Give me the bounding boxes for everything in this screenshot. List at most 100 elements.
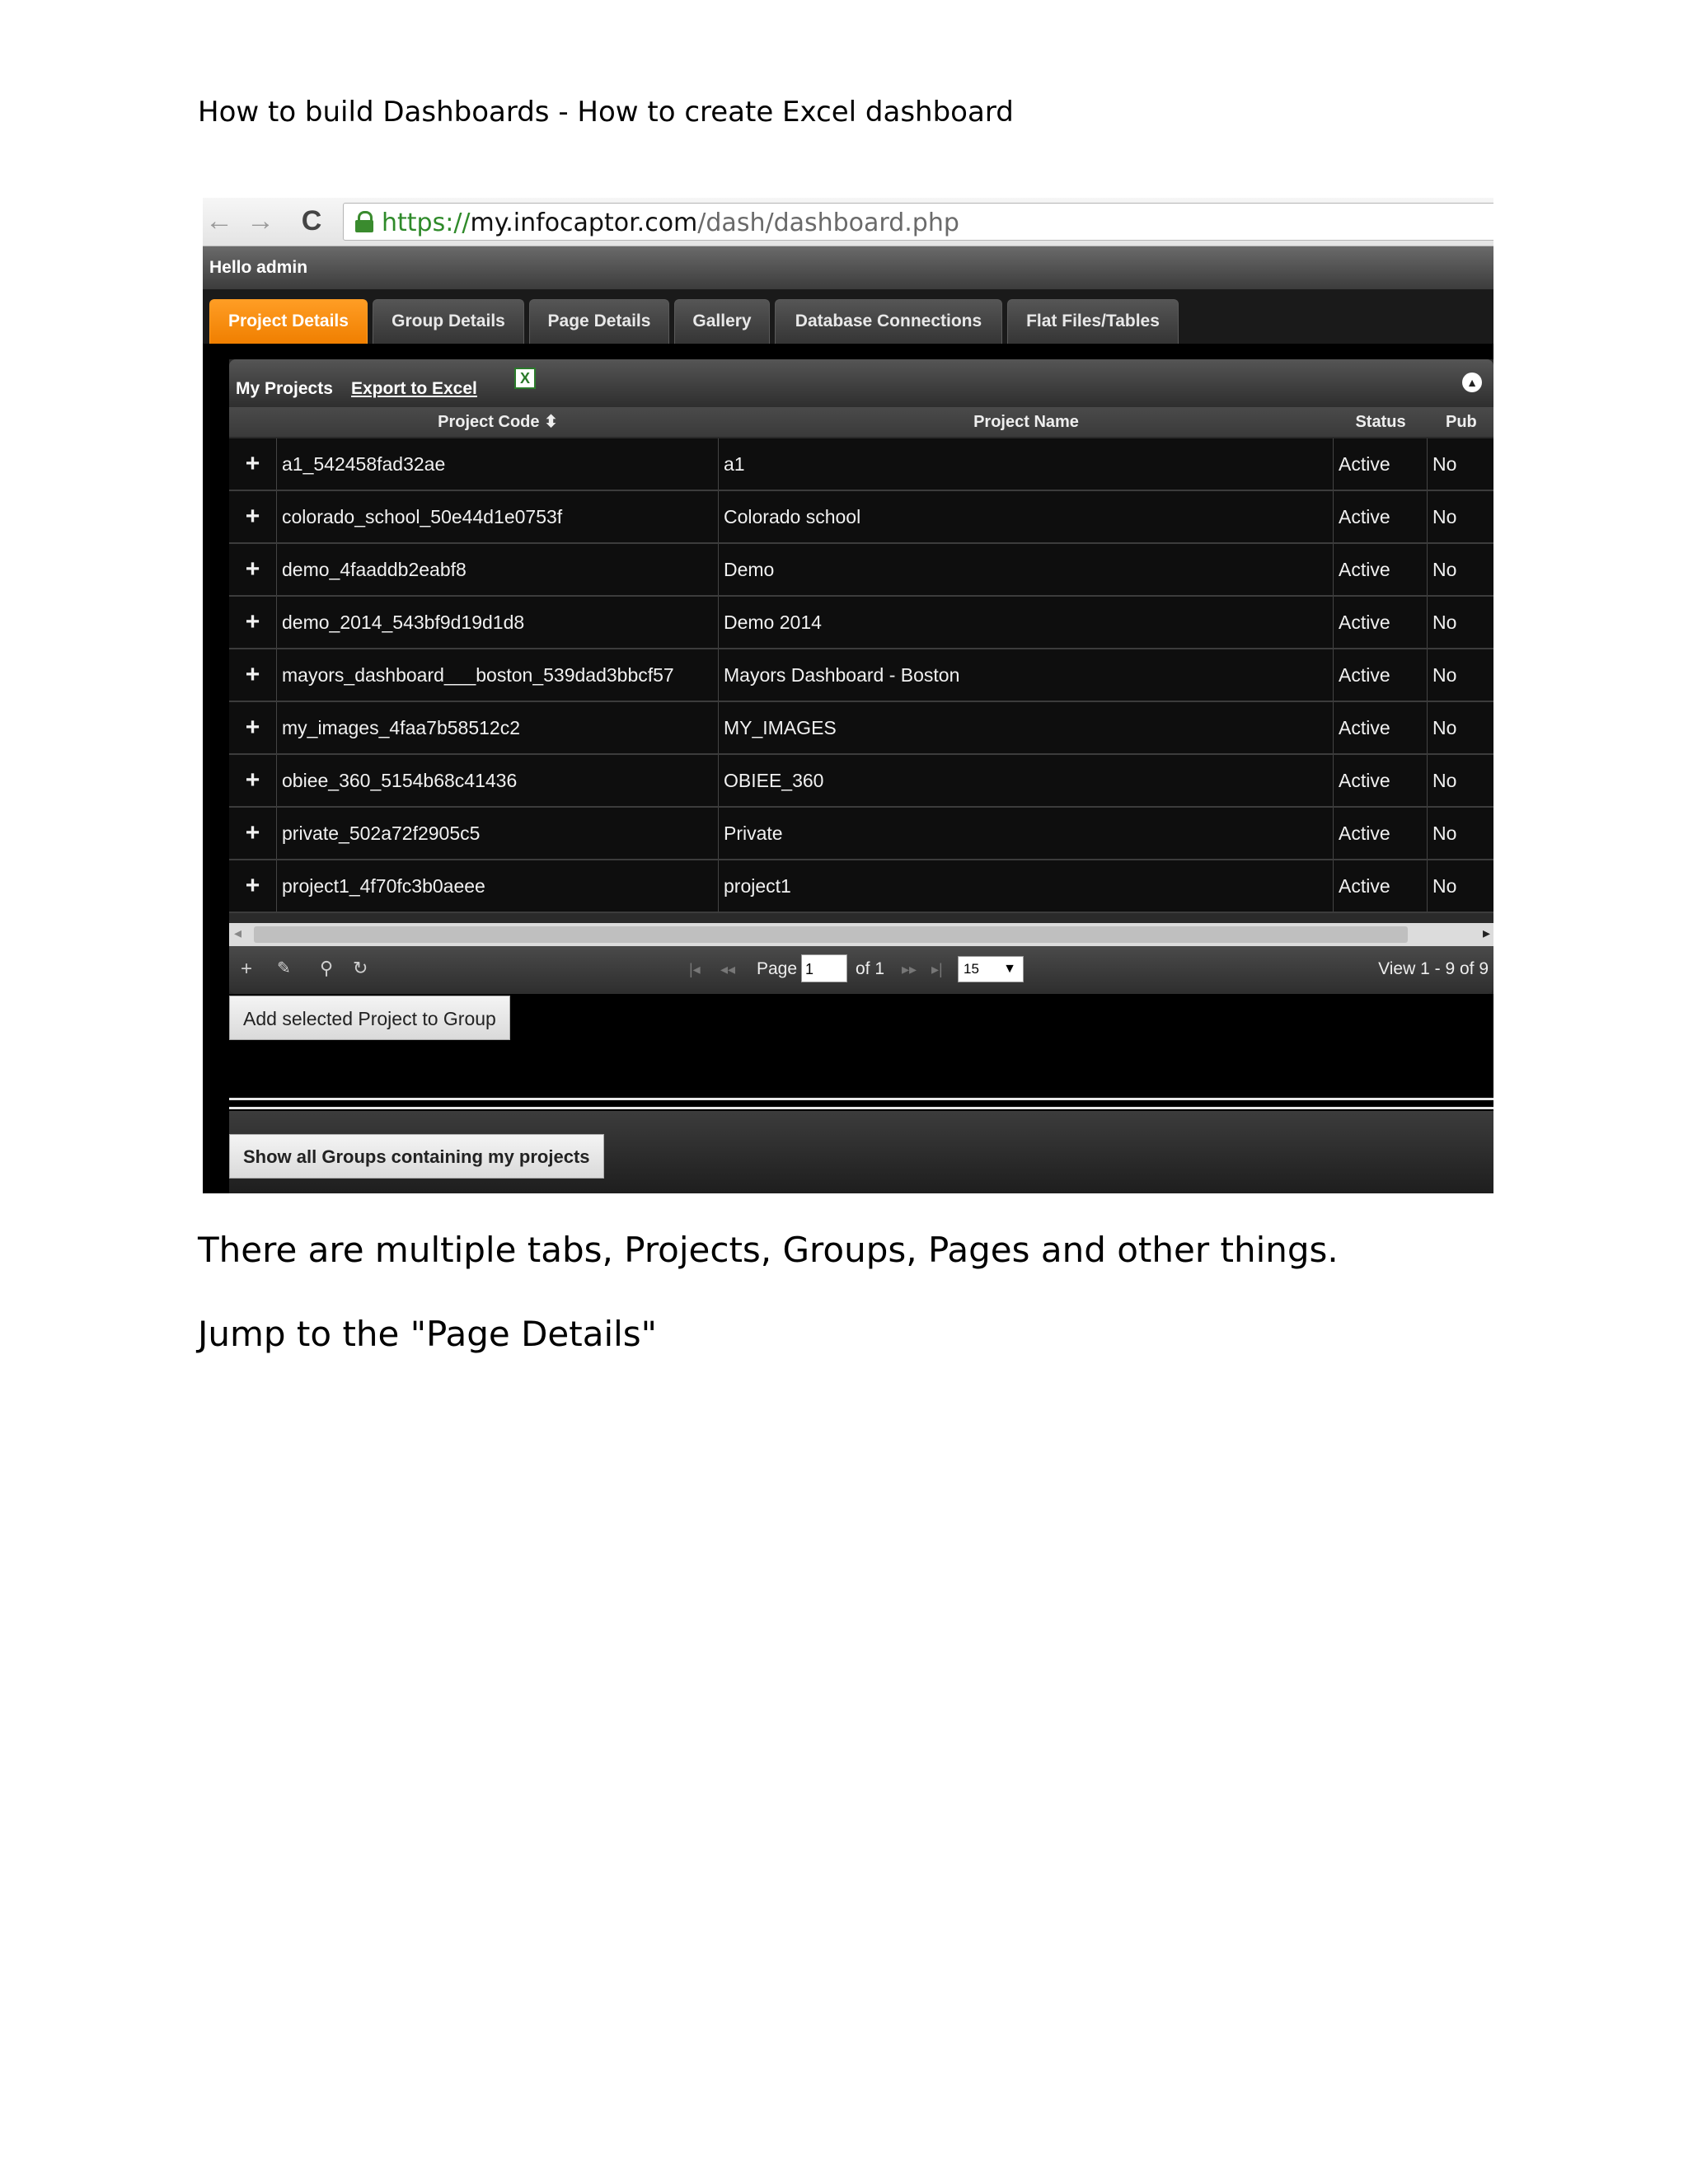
expand-icon[interactable]: + [229, 649, 277, 701]
projects-grid: My Projects Export to Excel X ▲ Project … [229, 359, 1493, 994]
divider [229, 1098, 1493, 1109]
grid-caption: My Projects Export to Excel X ▲ [229, 359, 1493, 407]
scrollbar-thumb[interactable] [254, 926, 1408, 943]
cell-project-code: private_502a72f2905c5 [277, 808, 719, 859]
cell-pub: No [1432, 664, 1457, 686]
scroll-left-icon[interactable]: ◂ [234, 925, 241, 942]
paragraph: Jump to the "Page Details" [198, 1314, 657, 1354]
expand-icon[interactable]: + [229, 438, 277, 490]
expand-icon[interactable]: + [229, 544, 277, 595]
url-text: https://my.infocaptor.com/dash/dashboard… [382, 209, 959, 237]
cell-project-name: project1 [719, 860, 1334, 912]
expand-icon[interactable]: + [229, 702, 277, 753]
document-heading: How to build Dashboards - How to create … [198, 96, 1014, 129]
back-arrow-icon[interactable]: ← [203, 204, 236, 237]
expand-icon[interactable]: + [229, 755, 277, 806]
prev-page-icon[interactable]: ◂◂ [720, 961, 735, 978]
tab-page-details[interactable]: Page Details [529, 299, 669, 344]
excel-icon[interactable]: X [514, 368, 536, 389]
scroll-right-icon[interactable]: ▸ [1483, 925, 1490, 942]
table-row[interactable]: + obiee_360_5154b68c41436 OBIEE_360 Acti… [229, 755, 1493, 808]
cell-project-code: colorado_school_50e44d1e0753f [277, 491, 719, 542]
expand-icon[interactable]: + [229, 808, 277, 859]
table-row[interactable]: + demo_2014_543bf9d19d1d8 Demo 2014 Acti… [229, 597, 1493, 649]
cell-status: Active [1334, 702, 1428, 753]
paragraph: There are multiple tabs, Projects, Group… [198, 1230, 1339, 1270]
grid-pager: + ✎ ⚲ ↻ |◂ ◂◂ Page 1 of 1 ▸▸ ▸| 15 ▼ Vie… [229, 946, 1493, 994]
tab-group-details[interactable]: Group Details [373, 299, 524, 344]
table-row[interactable]: + a1_542458fad32ae a1 Active No [229, 438, 1493, 491]
add-to-group-button[interactable]: Add selected Project to Group [229, 996, 510, 1040]
search-icon[interactable]: ⚲ [320, 958, 333, 979]
col-project-name-header[interactable]: Project Name [719, 407, 1334, 437]
cell-pub: No [1432, 717, 1457, 738]
table-row[interactable]: + colorado_school_50e44d1e0753f Colorado… [229, 491, 1493, 544]
refresh-icon[interactable]: ↻ [353, 958, 368, 979]
record-count: View 1 - 9 of 9 [1378, 959, 1489, 978]
cell-pub: No [1432, 823, 1457, 844]
chevron-down-icon: ▼ [1003, 962, 1016, 976]
cell-project-name: Demo 2014 [719, 597, 1334, 648]
table-row[interactable]: + demo_4faaddb2eabf8 Demo Active No [229, 544, 1493, 597]
col-expand-header [229, 407, 277, 437]
page-total: of 1 [856, 959, 885, 978]
cell-pub: No [1432, 506, 1457, 527]
cell-project-name: Mayors Dashboard - Boston [719, 649, 1334, 701]
expand-icon[interactable]: + [229, 597, 277, 648]
col-status-header[interactable]: Status [1334, 407, 1428, 437]
tab-project-details[interactable]: Project Details [209, 299, 368, 344]
cell-project-name: Demo [719, 544, 1334, 595]
page-number-input[interactable]: 1 [801, 954, 847, 982]
table-row[interactable]: + mayors_dashboard___boston_539dad3bbcf5… [229, 649, 1493, 702]
col-pub-header[interactable]: Pub [1428, 407, 1493, 437]
forward-arrow-icon[interactable]: → [244, 204, 277, 237]
cell-pub: No [1432, 875, 1457, 897]
cell-project-name: MY_IMAGES [719, 702, 1334, 753]
cell-project-code: my_images_4faa7b58512c2 [277, 702, 719, 753]
cell-pub: No [1432, 770, 1457, 791]
cell-project-name: Colorado school [719, 491, 1334, 542]
address-bar[interactable]: https://my.infocaptor.com/dash/dashboard… [343, 203, 1493, 241]
table-row[interactable]: + project1_4f70fc3b0aeee project1 Active… [229, 860, 1493, 913]
table-row[interactable]: + my_images_4faa7b58512c2 MY_IMAGES Acti… [229, 702, 1493, 755]
last-page-icon[interactable]: ▸| [931, 961, 943, 978]
rows-per-page-select[interactable]: 15 ▼ [958, 956, 1024, 982]
tab-gallery[interactable]: Gallery [674, 299, 770, 344]
cell-status: Active [1334, 491, 1428, 542]
add-icon[interactable]: + [241, 958, 252, 981]
screenshot-figure: ← → C https://my.infocaptor.com/dash/das… [203, 198, 1493, 1193]
app-header: Hello admin [203, 246, 1493, 289]
tab-database-connections[interactable]: Database Connections [775, 299, 1002, 344]
cell-project-code: mayors_dashboard___boston_539dad3bbcf57 [277, 649, 719, 701]
first-page-icon[interactable]: |◂ [689, 961, 701, 978]
cell-project-code: project1_4f70fc3b0aeee [277, 860, 719, 912]
expand-icon[interactable]: + [229, 860, 277, 912]
url-path: /dash/dashboard.php [697, 209, 959, 237]
cell-pub: No [1432, 453, 1457, 475]
collapse-icon[interactable]: ▲ [1462, 373, 1482, 392]
cell-project-name: Private [719, 808, 1334, 859]
cell-project-code: obiee_360_5154b68c41436 [277, 755, 719, 806]
cell-status: Active [1334, 860, 1428, 912]
table-row[interactable]: + private_502a72f2905c5 Private Active N… [229, 808, 1493, 860]
cell-status: Active [1334, 597, 1428, 648]
export-to-excel-link[interactable]: Export to Excel [351, 379, 477, 399]
cell-project-code: demo_4faaddb2eabf8 [277, 544, 719, 595]
grid-title: My Projects [236, 379, 333, 398]
col-project-code-header[interactable]: Project Code ⬍ [277, 407, 719, 437]
url-host: my.infocaptor.com [470, 209, 698, 237]
expand-icon[interactable]: + [229, 491, 277, 542]
url-scheme: https:// [382, 209, 471, 237]
rows-per-page-value: 15 [964, 961, 979, 977]
tab-flat-files-tables[interactable]: Flat Files/Tables [1007, 299, 1179, 344]
cell-pub: No [1432, 612, 1457, 633]
show-groups-button[interactable]: Show all Groups containing my projects [229, 1134, 604, 1179]
cell-status: Active [1334, 808, 1428, 859]
edit-icon[interactable]: ✎ [277, 958, 291, 978]
next-page-icon[interactable]: ▸▸ [902, 961, 917, 978]
cell-pub: No [1432, 559, 1457, 580]
reload-icon[interactable]: C [295, 204, 328, 237]
horizontal-scrollbar[interactable]: ◂ ▸ [229, 923, 1493, 946]
browser-toolbar: ← → C https://my.infocaptor.com/dash/das… [203, 198, 1493, 246]
cell-status: Active [1334, 649, 1428, 701]
